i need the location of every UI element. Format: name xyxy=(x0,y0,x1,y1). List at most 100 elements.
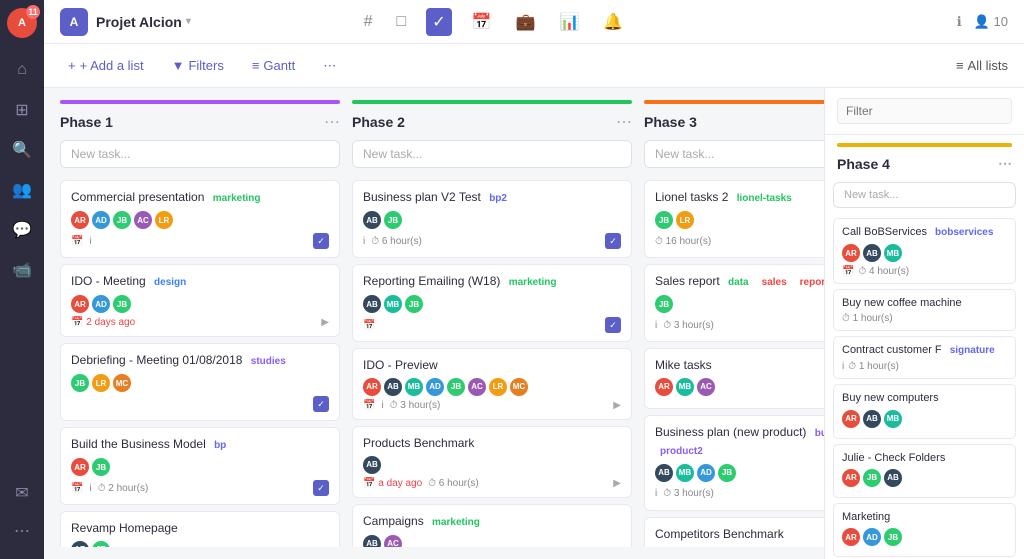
sidebar-home-icon[interactable]: ⌂ xyxy=(4,52,40,88)
phase4-card[interactable]: MarketingARADJB xyxy=(833,503,1016,557)
phase4-card[interactable]: Julie - Check FoldersARJBAB xyxy=(833,444,1016,498)
info-icon[interactable]: ℹ xyxy=(957,14,962,30)
filter-input[interactable] xyxy=(837,98,1012,124)
new-task-input[interactable]: New task... xyxy=(644,140,824,168)
task-card[interactable]: Revamp HomepageABJB📅 2 days ago xyxy=(60,511,340,547)
card-title: Call BoBServices bobservices xyxy=(842,225,1007,240)
task-card[interactable]: Business plan V2 Test bp2ABJBi⏱ 6 hour(s… xyxy=(352,180,632,258)
phase4-card[interactable]: Buy new computersARABMB xyxy=(833,384,1016,438)
phase4-card[interactable]: Buy new coffee machine⏱ 1 hour(s) xyxy=(833,289,1016,331)
check-icon[interactable]: ✓ xyxy=(605,317,621,333)
meta-item: 📅 2 days ago xyxy=(71,317,135,328)
card-tag: sales xyxy=(757,275,792,291)
board-container: Phase 1 ⋯ New task... Commercial presenta… xyxy=(44,88,1024,559)
nav-calendar-icon[interactable]: 📅 xyxy=(468,8,496,36)
user-count[interactable]: 👤 10 xyxy=(974,14,1008,30)
avatar: JB xyxy=(655,211,673,229)
task-card[interactable]: Build the Business Model bpARJB📅i⏱ 2 hou… xyxy=(60,427,340,505)
sidebar-search-icon[interactable]: 🔍 xyxy=(4,132,40,168)
column-menu-button[interactable]: ⋯ xyxy=(324,112,340,132)
filters-button[interactable]: ▼ Filters xyxy=(164,54,232,77)
card-tag: signature xyxy=(945,343,1000,358)
arrow-icon[interactable]: ▶ xyxy=(613,400,621,411)
more-options-button[interactable]: ⋯ xyxy=(315,54,344,78)
card-tag: bp2 xyxy=(484,191,512,207)
task-card[interactable]: IDO - Meeting designARADJB📅 2 days ago▶ xyxy=(60,264,340,337)
card-title: Buy new computers xyxy=(842,391,1007,405)
card-meta: 📅 a day ago⏱ 6 hour(s)▶ xyxy=(363,478,621,489)
new-task-input[interactable]: New task... xyxy=(60,140,340,168)
task-card[interactable]: Competitors BenchmarkARJB⏱ 9 hours ago✓▶ xyxy=(644,517,824,547)
card-title: Debriefing - Meeting 01/08/2018 studies xyxy=(71,352,329,370)
avatar: JB xyxy=(655,295,673,313)
avatar: MB xyxy=(676,378,694,396)
task-card[interactable]: Sales report datasalesreportJBi⏱ 3 hour(… xyxy=(644,264,824,342)
task-card[interactable]: Reporting Emailing (W18) marketingABMBJB… xyxy=(352,264,632,342)
avatar: JB xyxy=(863,469,881,487)
task-card[interactable]: Campaigns marketingABAC📅⏱ 5 hour(s)▶ xyxy=(352,504,632,547)
filter-icon: ▼ xyxy=(172,58,185,73)
task-card[interactable]: Business plan (new product) business pla… xyxy=(644,415,824,511)
avatar: AC xyxy=(697,378,715,396)
add-list-button[interactable]: + + Add a list xyxy=(60,54,152,77)
task-card[interactable]: Lionel tasks 2 lionel-tasksJBLR⏱ 16 hour… xyxy=(644,180,824,258)
avatar: MC xyxy=(510,378,528,396)
arrow-icon[interactable]: ▶ xyxy=(613,478,621,489)
nav-bell-icon[interactable]: 🔔 xyxy=(599,8,627,36)
card-meta: i⏱ 3 hour(s)✓▶ xyxy=(655,317,824,333)
task-card[interactable]: Products BenchmarkAB📅 a day ago⏱ 6 hour(… xyxy=(352,426,632,498)
avatar: MB xyxy=(884,244,902,262)
nav-check-icon[interactable]: ✓ xyxy=(426,8,451,36)
check-icon[interactable]: ✓ xyxy=(313,480,329,496)
column-menu-button[interactable]: ⋯ xyxy=(616,112,632,132)
card-meta: ✓ xyxy=(71,396,329,412)
check-icon[interactable]: ✓ xyxy=(313,396,329,412)
phase4-card[interactable]: Contract customer F signaturei⏱ 1 hour(s… xyxy=(833,336,1016,379)
sidebar-users-icon[interactable]: 👥 xyxy=(4,172,40,208)
card-title: Products Benchmark xyxy=(363,435,621,452)
project-name[interactable]: Projet Alcion ▾ xyxy=(96,14,191,30)
column-title: Phase 1 xyxy=(60,114,113,130)
sidebar-video-icon[interactable]: 📹 xyxy=(4,252,40,288)
card-title: Competitors Benchmark xyxy=(655,526,824,543)
nav-chart-icon[interactable]: 📊 xyxy=(555,8,583,36)
card-title: Lionel tasks 2 lionel-tasks xyxy=(655,189,824,207)
new-task-input[interactable]: New task... xyxy=(352,140,632,168)
avatar: JB xyxy=(884,528,902,546)
gantt-button[interactable]: ≡ Gantt xyxy=(244,54,303,77)
card-title: Campaigns marketing xyxy=(363,513,621,531)
all-lists-button[interactable]: ≡ All lists xyxy=(956,58,1008,73)
nav-icons: # □ ✓ 📅 💼 📊 🔔 xyxy=(360,8,628,36)
avatar: JB xyxy=(718,464,736,482)
avatar: MB xyxy=(384,295,402,313)
sidebar-chat-icon[interactable]: 💬 xyxy=(4,212,40,248)
check-icon[interactable]: ✓ xyxy=(313,233,329,249)
sidebar-mail-icon[interactable]: ✉ xyxy=(4,475,40,511)
toolbar: + + Add a list ▼ Filters ≡ Gantt ⋯ ≡ All… xyxy=(44,44,1024,88)
phase4-bar xyxy=(837,143,1012,147)
meta-item: ⏱ 6 hour(s) xyxy=(371,236,422,247)
nav-hash-icon[interactable]: # xyxy=(360,9,377,35)
task-card[interactable]: IDO - PreviewARABMBADJBACLRMC📅i⏱ 3 hour(… xyxy=(352,348,632,420)
nav-briefcase-icon[interactable]: 💼 xyxy=(512,8,540,36)
task-card[interactable]: Debriefing - Meeting 01/08/2018 studiesJ… xyxy=(60,343,340,421)
arrow-icon[interactable]: ▶ xyxy=(321,317,329,328)
column-header: Phase 1 ⋯ xyxy=(60,112,340,132)
nav-right: ℹ 👤 10 xyxy=(957,14,1008,30)
task-card[interactable]: Mike tasksARMBAC xyxy=(644,348,824,409)
card-avatars: ARADJBACLR xyxy=(71,211,329,229)
phase4-new-task[interactable]: New task... xyxy=(833,182,1016,208)
phase4-menu[interactable]: ⋯ xyxy=(998,155,1012,172)
sidebar-more-icon[interactable]: ⋯ xyxy=(4,513,40,549)
avatar: AR xyxy=(71,295,89,313)
nav-doc-icon[interactable]: □ xyxy=(393,9,411,35)
gantt-icon: ≡ xyxy=(252,58,260,73)
task-card[interactable]: Commercial presentation marketingARADJBA… xyxy=(60,180,340,258)
card-tag: marketing xyxy=(504,275,562,291)
meta-item: ⏱ 3 hour(s) xyxy=(663,488,714,499)
phase4-card[interactable]: Call BoBServices bobservicesARABMB📅⏱ 4 h… xyxy=(833,218,1016,284)
avatar[interactable]: A 11 xyxy=(7,8,37,38)
check-icon[interactable]: ✓ xyxy=(605,233,621,249)
meta-item: i xyxy=(381,400,383,411)
sidebar-grid-icon[interactable]: ⊞ xyxy=(4,92,40,128)
